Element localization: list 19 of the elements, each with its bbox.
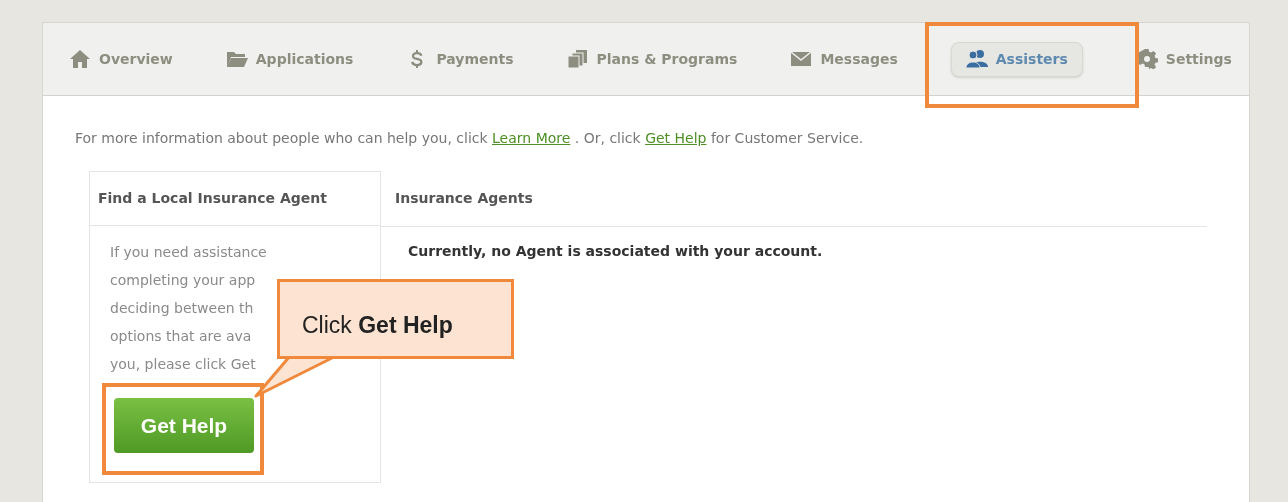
tab[interactable]: Overview [69, 42, 173, 76]
table-heading: Insurance Agents [381, 171, 1207, 227]
help-text-line: deciding between th [110, 299, 254, 318]
help-text-line: If you need assistance [110, 243, 267, 262]
sidebar-heading: Find a Local Insurance Agent [90, 172, 380, 226]
tab[interactable]: Plans & Programs [566, 42, 738, 76]
get-help-link[interactable]: Get Help [645, 130, 707, 146]
no-agent-message: Currently, no Agent is associated with your account. [408, 242, 824, 261]
tab[interactable]: Messages [790, 42, 898, 76]
learn-more-link[interactable]: Learn More [492, 130, 571, 146]
tab[interactable]: Assisters [950, 41, 1083, 77]
info-text: For more information about people who can help you, click Learn More . Or, click Get Help for Customer Service. [75, 129, 865, 148]
help-text-line: completing your app [110, 271, 256, 290]
tab[interactable]: Settings [1135, 42, 1232, 76]
tab[interactable]: Payments [406, 42, 514, 76]
get-help-button[interactable]: Get Help [114, 398, 254, 453]
help-text-line: options that are ava [110, 327, 252, 346]
tab[interactable]: Applications [225, 42, 354, 76]
help-text-line: you, please click Get [110, 355, 256, 374]
